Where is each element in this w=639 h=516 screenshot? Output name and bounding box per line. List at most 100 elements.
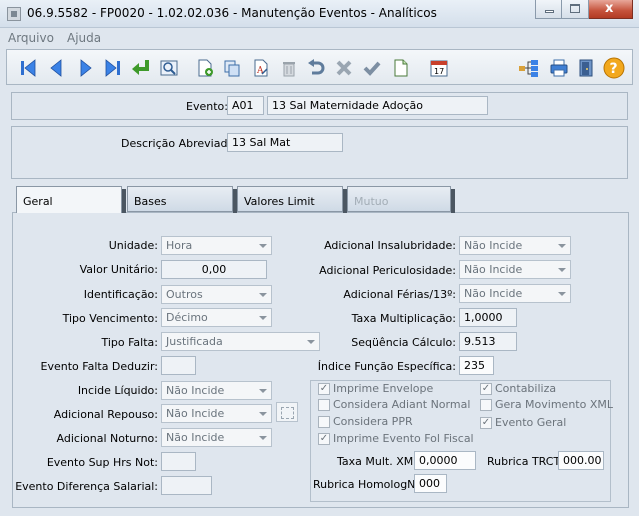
maximize-button[interactable] [562, 0, 589, 19]
copy-record-button[interactable] [221, 57, 243, 79]
app-icon [7, 7, 21, 21]
adicional-noturno-label: Adicional Noturno: [56, 432, 158, 445]
identificacao-select[interactable]: Outros [161, 285, 272, 304]
chevron-down-icon [307, 340, 315, 344]
cancel-icon [336, 60, 352, 76]
considera-ppr-label: Considera PPR [333, 415, 413, 428]
delete-button[interactable] [278, 57, 300, 79]
previous-record-icon [50, 59, 62, 77]
title-bar: 06.9.5582 - FP0020 - 1.02.02.036 - Manut… [0, 0, 639, 28]
evento-geral-checkbox[interactable]: ✓ Evento Geral [480, 416, 566, 429]
confirm-button[interactable] [361, 57, 383, 79]
identificacao-value: Outros [166, 288, 203, 301]
adicional-ferias-label: Adicional Férias/13º: [343, 288, 456, 301]
evento-falta-deduzir-field[interactable] [161, 356, 196, 375]
descricao-abreviada-field[interactable]: 13 Sal Mat [227, 133, 343, 152]
tipo-falta-label: Tipo Falta: [101, 336, 158, 349]
undo-button[interactable] [305, 57, 327, 79]
rubrica-trct-field[interactable]: 000.00 [558, 451, 604, 470]
considera-adiant-normal-box [318, 398, 330, 411]
imprime-evento-fol-fiscal-label: Imprime Evento Fol Fiscal [333, 432, 474, 445]
incide-liquido-value: Não Incide [166, 384, 225, 397]
evento-sup-hrs-not-label: Evento Sup Hrs Not: [46, 456, 158, 469]
considera-ppr-checkbox[interactable]: Considera PPR [318, 415, 413, 428]
gera-movimento-xml-label: Gera Movimento XML [495, 398, 613, 411]
tipo-vencimento-label: Tipo Vencimento: [62, 312, 158, 325]
last-record-button[interactable] [102, 57, 124, 79]
chevron-down-icon [259, 389, 267, 393]
exit-icon [579, 59, 593, 77]
minimize-button[interactable] [535, 0, 562, 19]
lookup-button[interactable] [276, 402, 298, 422]
evento-falta-deduzir-label: Evento Falta Deduzir: [40, 360, 158, 373]
adicional-ferias-select[interactable]: Não Incide [459, 284, 571, 303]
sequencia-calculo-field[interactable]: 9.513 [459, 332, 517, 351]
print-icon [550, 59, 568, 77]
evento-description-field[interactable]: 13 Sal Maternidade Adoção [267, 96, 488, 115]
identificacao-label: Identificação: [83, 288, 158, 301]
spell-check-button[interactable]: A [250, 57, 272, 79]
tipo-vencimento-select[interactable]: Décimo [161, 308, 272, 327]
delete-icon [283, 62, 295, 77]
next-record-button[interactable] [75, 57, 97, 79]
gera-movimento-xml-checkbox[interactable]: Gera Movimento XML [480, 398, 613, 411]
sequencia-calculo-label: Seqüência Cálculo: [351, 336, 456, 349]
tab-mutuo-label: Mutuo [354, 195, 389, 208]
valor-unitario-field[interactable]: 0,00 [161, 260, 267, 279]
taxa-multiplicacao-field[interactable]: 1,0000 [459, 308, 517, 327]
help-button[interactable]: ? [603, 57, 625, 79]
evento-code-field[interactable]: A01 [227, 96, 264, 115]
adicional-noturno-select[interactable]: Não Incide [161, 428, 272, 447]
exit-button[interactable] [575, 57, 597, 79]
menu-ajuda[interactable]: Ajuda [67, 31, 101, 45]
cancel-button[interactable] [333, 57, 355, 79]
close-icon: x [605, 1, 614, 16]
adicional-periculosidade-select[interactable]: Não Incide [459, 260, 571, 279]
considera-adiant-normal-checkbox[interactable]: Considera Adiant Normal [318, 398, 470, 411]
print-button[interactable] [548, 57, 570, 79]
chevron-down-icon [259, 244, 267, 248]
close-button[interactable]: x [589, 0, 633, 19]
previous-record-button[interactable] [45, 57, 67, 79]
tab-geral[interactable]: Geral [16, 186, 126, 213]
next-record-icon [80, 59, 92, 77]
tipo-falta-select[interactable]: Justificada [161, 332, 320, 351]
evento-sup-hrs-not-field[interactable] [161, 452, 196, 471]
window-title: 06.9.5582 - FP0020 - 1.02.02.036 - Manut… [27, 6, 437, 20]
contabiliza-checkbox[interactable]: ✓ Contabiliza [480, 382, 556, 395]
adicional-insalubridade-value: Não Incide [464, 239, 523, 252]
tree-button[interactable] [518, 57, 540, 79]
tab-bases[interactable]: Bases [127, 186, 237, 213]
new-document-button[interactable] [390, 57, 412, 79]
taxa-mult-xml-field[interactable]: 0,0000 [414, 451, 476, 470]
adicional-periculosidade-label: Adicional Periculosidade: [319, 264, 456, 277]
minimize-icon [545, 10, 554, 13]
adicional-repouso-value: Não Incide [166, 407, 225, 420]
valor-unitario-label: Valor Unitário: [79, 263, 158, 276]
menu-arquivo[interactable]: Arquivo [8, 31, 54, 45]
indice-funcao-especifica-label: Índice Função Específica: [317, 360, 456, 373]
rubrica-homolognet-field[interactable]: 000 [414, 474, 447, 493]
adicional-insalubridade-select[interactable]: Não Incide [459, 236, 571, 255]
enter-button[interactable] [130, 57, 152, 79]
indice-funcao-especifica-field[interactable]: 235 [459, 356, 494, 375]
preview-button[interactable] [158, 57, 180, 79]
first-record-button[interactable] [17, 57, 39, 79]
tab-valores-limit[interactable]: Valores Limit [237, 186, 347, 213]
help-glyph: ? [610, 61, 618, 77]
chevron-down-icon [259, 316, 267, 320]
incide-liquido-select[interactable]: Não Incide [161, 381, 272, 400]
new-record-button[interactable] [194, 57, 216, 79]
descricao-abreviada-label: Descrição Abreviada: [121, 137, 238, 150]
adicional-repouso-select[interactable]: Não Incide [161, 404, 272, 423]
calendar-button[interactable]: 17 [428, 57, 450, 79]
chevron-down-icon [558, 268, 566, 272]
unidade-select[interactable]: Hora [161, 236, 272, 255]
taxa-multiplicacao-label: Taxa Multiplicação: [351, 312, 456, 325]
evento-diferenca-salarial-field[interactable] [161, 476, 212, 495]
imprime-envelope-check: ✓ [318, 382, 330, 395]
spell-check-icon: A [254, 59, 268, 77]
tab-valores-limit-label: Valores Limit [244, 195, 315, 208]
imprime-envelope-checkbox[interactable]: ✓ Imprime Envelope [318, 382, 433, 395]
imprime-evento-fol-fiscal-checkbox[interactable]: ✓ Imprime Evento Fol Fiscal [318, 432, 474, 445]
